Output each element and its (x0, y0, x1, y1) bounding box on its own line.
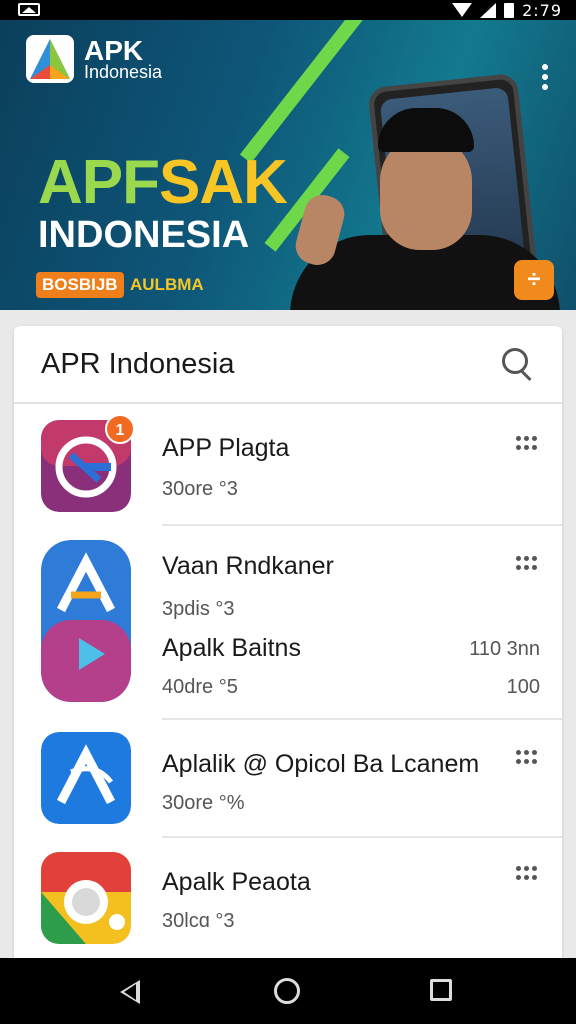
overflow-menu-icon[interactable] (542, 64, 548, 94)
more-options-icon[interactable] (516, 866, 538, 882)
app-list-item[interactable]: 1 APP Plagta 30ore °3 (14, 406, 562, 526)
card-title: APR Indonesia (41, 348, 235, 380)
wifi-icon (452, 3, 473, 17)
app-icon-chrome (41, 852, 131, 944)
battery-icon (504, 2, 515, 18)
logo-sub-text: Indonesia (84, 62, 163, 82)
person-head (380, 135, 472, 250)
hero-pill-suffix: AULBMA (130, 275, 204, 294)
navigation-bar (0, 958, 576, 1024)
app-meta: 30lcɑ °3 (162, 910, 235, 932)
more-options-icon[interactable] (516, 750, 538, 766)
app-name: Aplalik @ Opicol Ba Lcanem (162, 750, 480, 778)
status-time: 2:79 (522, 0, 562, 20)
image-notification-icon (18, 3, 40, 16)
hero-pill: BOSBIJB (36, 272, 124, 298)
hero-banner[interactable]: APK Indonesia APFSAK INDONESIA BOSBIJB A… (0, 20, 576, 310)
app-list-item[interactable]: Aplalik @ Opicol Ba Lcanem 30ore °% (14, 720, 562, 838)
app-icon-a-blue (41, 732, 131, 824)
apk-logo-icon (26, 35, 74, 83)
signal-icon (480, 2, 497, 18)
app-list-item[interactable]: Vaan Rndkaner 3pdis °3 Apalk Baitns 40dr… (14, 526, 562, 720)
search-icon[interactable] (502, 348, 534, 380)
app-meta: 30ore °3 (162, 478, 238, 500)
more-options-icon[interactable] (516, 436, 538, 452)
hero-subtitle: INDONESIA (38, 214, 250, 256)
app-list-card: APR Indonesia 1 APP Plagta 30ore °3 Vaan… (14, 326, 562, 958)
notification-badge: 1 (105, 414, 135, 444)
app-name: APP Plagta (162, 434, 290, 462)
card-header: APR Indonesia (14, 326, 562, 404)
decorative-stripe (239, 20, 375, 164)
app-extra-top: 110 3nn (469, 638, 540, 660)
app-meta: 3pdis °3 (162, 598, 235, 620)
app-meta: 40dre °5 (162, 676, 238, 698)
status-bar: 2:79 (0, 0, 576, 20)
app-extra-bottom: 100 (506, 676, 540, 698)
app-icon-a-play (41, 540, 131, 702)
more-options-icon[interactable] (516, 556, 538, 572)
hero-badge-icon[interactable]: ÷ (514, 260, 554, 300)
app-name: Apalk Peaota (162, 868, 311, 896)
app-name: Apalk Baitns (162, 634, 301, 662)
app-meta: 30ore °% (162, 792, 245, 814)
home-icon[interactable] (274, 978, 300, 1004)
hero-title: APFSAK (38, 148, 288, 217)
app-name: Vaan Rndkaner (162, 552, 334, 580)
recents-icon[interactable] (430, 979, 452, 1001)
app-list-item[interactable]: Apalk Peaota 30lcɑ °3 (14, 838, 562, 958)
status-icons: 2:79 (452, 0, 562, 20)
back-icon[interactable] (120, 980, 140, 1004)
